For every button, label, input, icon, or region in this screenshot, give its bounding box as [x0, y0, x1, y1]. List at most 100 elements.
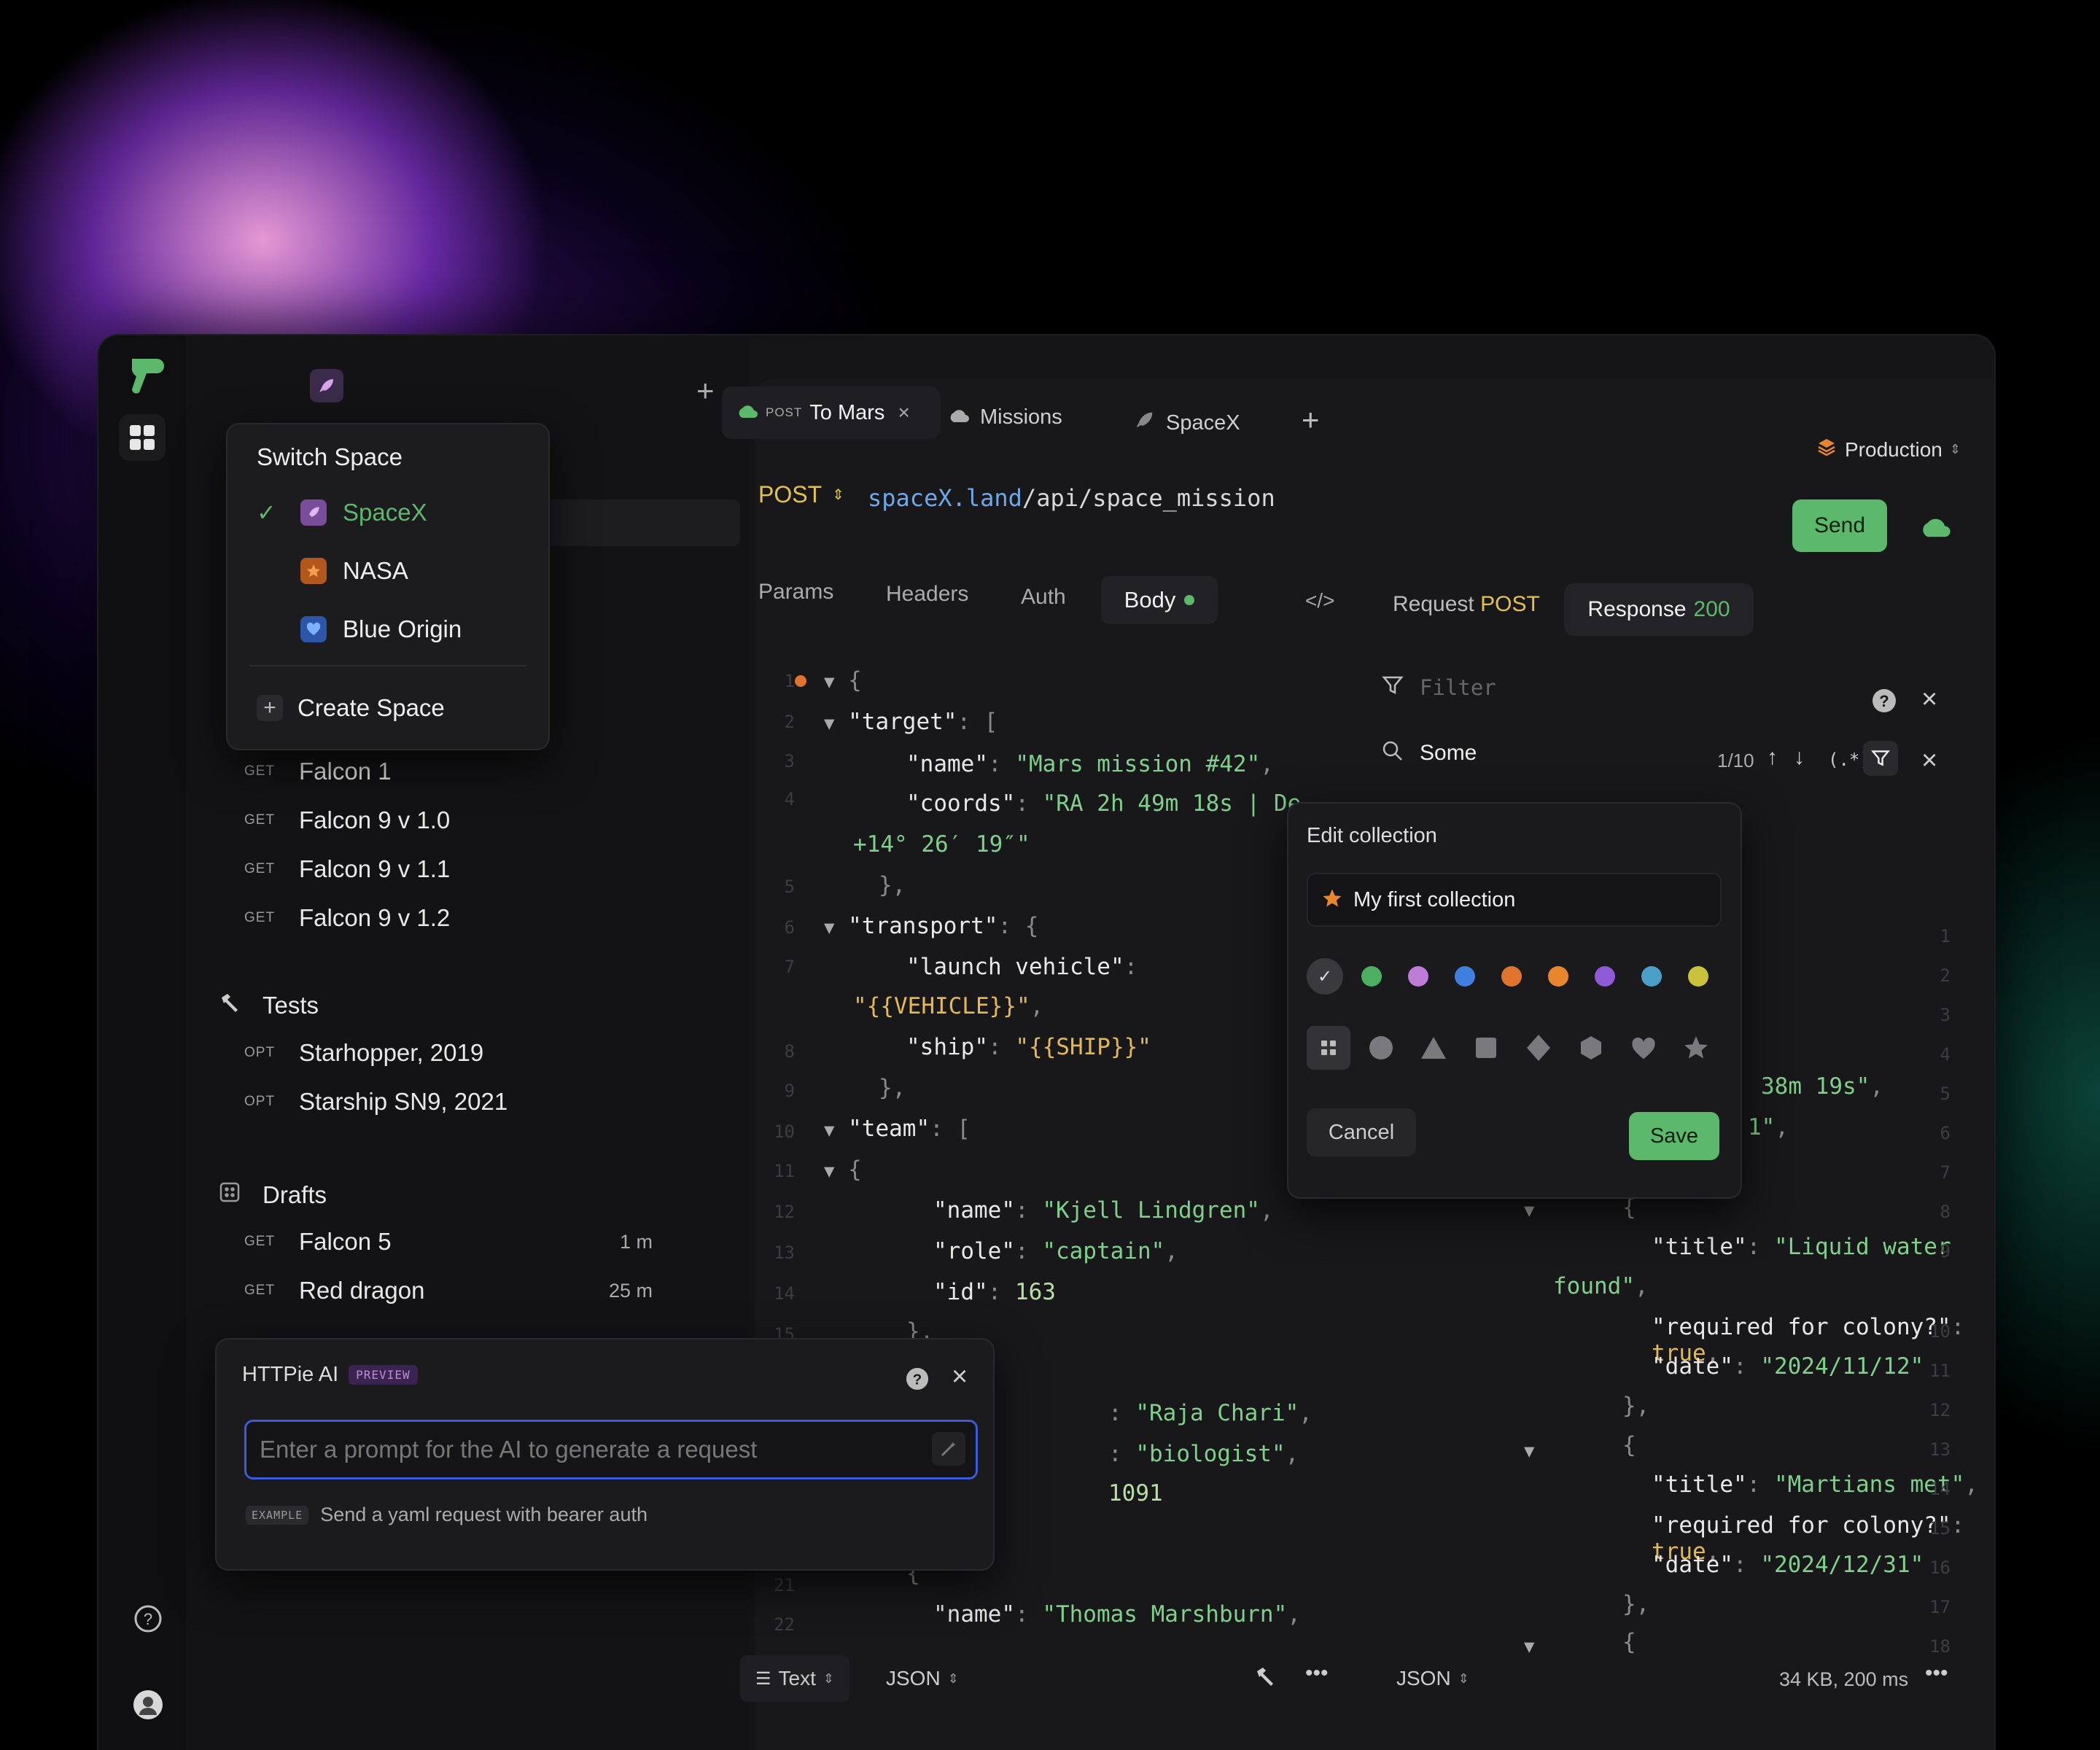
help-icon[interactable]: ? [1872, 688, 1897, 717]
add-icon[interactable]: + [696, 373, 715, 408]
method-select[interactable]: POST ⇕ [758, 481, 844, 508]
help-icon[interactable]: ? [133, 1604, 163, 1637]
color-swatch[interactable] [1641, 966, 1662, 987]
method-label: POST [758, 481, 822, 508]
heart-icon[interactable] [1622, 1026, 1665, 1070]
method-badge: GET [244, 910, 276, 925]
color-swatch[interactable] [1361, 966, 1382, 987]
line-number: 3 [1940, 1005, 1951, 1025]
sidebar-item[interactable]: GET Falcon 5 1 m [244, 1220, 653, 1264]
search-input[interactable]: Some [1420, 741, 1477, 766]
space-item[interactable]: NASA [257, 557, 408, 585]
code-line: 38m 19s", [1761, 1073, 1883, 1100]
breakpoint-dot[interactable] [795, 675, 806, 687]
sidebar-item[interactable]: OPT Starhopper, 2019 [244, 1031, 653, 1075]
magic-wand-icon[interactable] [932, 1432, 965, 1466]
grid-icon[interactable] [1307, 1026, 1350, 1070]
cancel-button[interactable]: Cancel [1307, 1108, 1416, 1156]
tab-body-label: Body [1124, 587, 1176, 612]
tab-response[interactable]: Response 200 [1564, 583, 1754, 636]
sidebar-item[interactable]: GET Falcon 9 v 1.2 [244, 896, 653, 940]
code-line: "{{VEHICLE}}", [853, 993, 1044, 1019]
search-bar[interactable]: Some [1382, 740, 1477, 766]
footer-format-select[interactable]: JSON ⇕ [886, 1667, 959, 1690]
code-line: "date": "2024/12/31" [1652, 1552, 1924, 1578]
triangle-icon[interactable] [1412, 1026, 1455, 1070]
cloud-icon [948, 405, 970, 429]
hexagon-icon[interactable] [1569, 1026, 1613, 1070]
tab-params[interactable]: Params [758, 580, 833, 604]
tab-missions[interactable]: Missions [948, 402, 1062, 432]
color-swatch[interactable] [1548, 966, 1568, 987]
format-label: JSON [886, 1667, 941, 1689]
ai-example[interactable]: EXAMPLE Send a yaml request with bearer … [246, 1504, 648, 1526]
circle-icon[interactable] [1359, 1026, 1403, 1070]
send-button[interactable]: Send [1792, 499, 1887, 552]
tab-auth[interactable]: Auth [1021, 585, 1066, 610]
environment-selector[interactable]: Production ⇕ [1816, 436, 1961, 463]
close-icon[interactable]: × [952, 1361, 968, 1393]
example-badge: EXAMPLE [246, 1505, 309, 1525]
filter-input[interactable]: Filter [1420, 675, 1496, 700]
sidebar-item[interactable]: GET Falcon 1 [244, 750, 653, 793]
mode-label: Text [778, 1667, 816, 1689]
url-input[interactable]: spaceX.land/api/space_mission [868, 484, 1275, 512]
sidebar-item[interactable]: GET Red dragon 25 m [244, 1269, 653, 1312]
tests-section-header[interactable]: Tests [219, 992, 319, 1019]
sidebar-item[interactable]: GET Falcon 9 v 1.0 [244, 798, 653, 842]
cloud-sync-icon[interactable] [1919, 515, 1951, 543]
response-format-select[interactable]: JSON ⇕ [1396, 1667, 1469, 1690]
color-swatch[interactable] [1501, 966, 1522, 987]
hammer-icon[interactable] [1254, 1665, 1276, 1691]
tab-spacex[interactable]: SpaceX [1134, 408, 1240, 438]
tab-request-preview[interactable]: Request POST [1393, 592, 1540, 617]
arrow-up-icon[interactable]: ↑ [1767, 745, 1778, 770]
square-icon[interactable] [1464, 1026, 1508, 1070]
footer-mode-select[interactable]: ☰ Text ⇕ [740, 1655, 849, 1702]
line-number: 8 [1940, 1202, 1951, 1222]
grid-icon[interactable] [119, 414, 166, 461]
sidebar-item[interactable]: GET Falcon 9 v 1.1 [244, 847, 653, 891]
color-swatch[interactable] [1688, 966, 1708, 987]
swatch-selected[interactable]: ✓ [1307, 958, 1343, 995]
create-space-item[interactable]: + Create Space [257, 694, 445, 722]
request-method: POST [1480, 592, 1540, 616]
filter-bar[interactable]: Filter [1382, 674, 1496, 700]
code-line: "id": 163 [933, 1279, 1056, 1305]
tab-body[interactable]: Body [1101, 576, 1218, 624]
close-icon[interactable]: × [898, 401, 909, 424]
arrow-down-icon[interactable]: ↓ [1794, 745, 1805, 770]
diamond-icon[interactable] [1517, 1026, 1560, 1070]
space-rocket-icon[interactable] [310, 369, 343, 402]
more-icon[interactable]: ••• [1925, 1661, 1948, 1686]
color-swatch[interactable] [1455, 966, 1475, 987]
tab-to-mars[interactable]: POST To Mars × [736, 398, 910, 427]
tab-headers[interactable]: Headers [886, 582, 968, 607]
more-icon[interactable]: ••• [1305, 1661, 1329, 1686]
sidebar-item[interactable]: OPT Starship SN9, 2021 [244, 1080, 653, 1124]
space-item[interactable]: ✓ SpaceX [257, 499, 427, 526]
environment-label: Production [1845, 438, 1942, 461]
hammer-icon [219, 992, 262, 1019]
cloud-icon [736, 401, 758, 425]
close-icon[interactable]: × [1921, 745, 1937, 777]
color-swatch[interactable] [1408, 966, 1428, 987]
line-number: 13 [774, 1242, 795, 1263]
response-label: Response [1587, 597, 1687, 621]
code-line: "name": "Mars mission #42", [906, 751, 1274, 777]
ai-prompt-input[interactable]: Enter a prompt for the AI to generate a … [244, 1420, 978, 1479]
space-item[interactable]: Blue Origin [257, 615, 462, 643]
help-icon[interactable]: ? [906, 1367, 929, 1394]
new-tab-icon[interactable]: + [1302, 402, 1320, 438]
svg-text:?: ? [913, 1372, 922, 1388]
filter-toggle-icon[interactable] [1863, 741, 1898, 776]
save-button[interactable]: Save [1629, 1112, 1719, 1160]
drafts-section-header[interactable]: Drafts [219, 1181, 327, 1209]
line-number: 12 [774, 1202, 795, 1222]
avatar[interactable] [133, 1690, 163, 1719]
collection-name-input[interactable]: My first collection [1307, 873, 1722, 927]
color-swatch[interactable] [1595, 966, 1615, 987]
close-icon[interactable]: × [1921, 684, 1937, 715]
star-icon[interactable] [1674, 1026, 1718, 1070]
code-icon[interactable]: </> [1305, 589, 1334, 612]
